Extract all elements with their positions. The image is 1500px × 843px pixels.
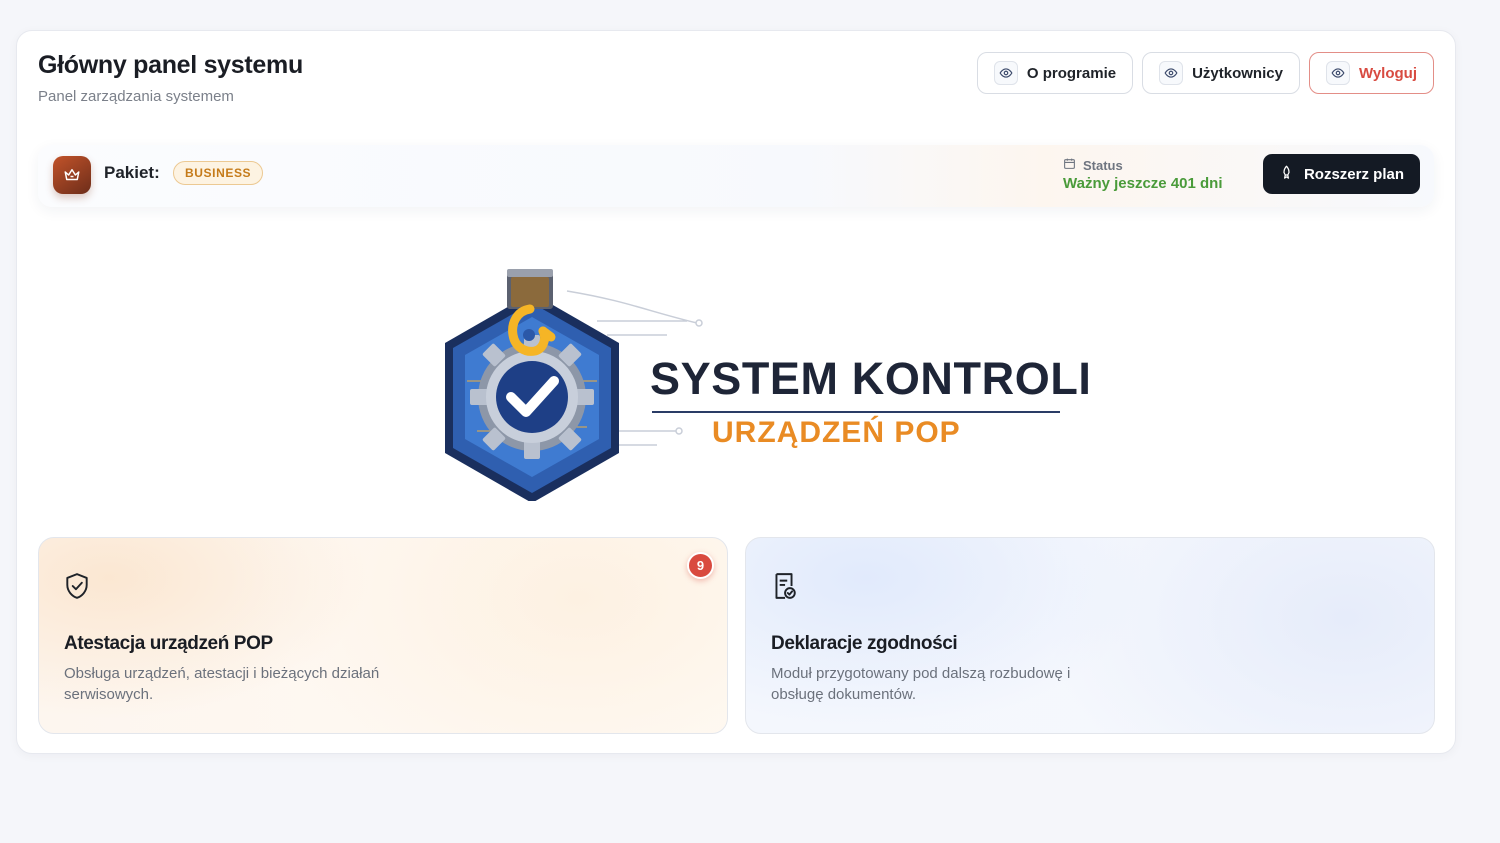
logout-button-label: Wyloguj — [1358, 64, 1417, 82]
users-button[interactable]: Użytkownicy — [1142, 52, 1300, 94]
extend-plan-button[interactable]: Rozszerz plan — [1262, 154, 1420, 194]
status-box: Status Ważny jeszcze 401 dni — [1063, 157, 1223, 193]
users-button-label: Użytkownicy — [1192, 64, 1283, 82]
about-button[interactable]: O programie — [976, 52, 1134, 94]
status-label-row: Status — [1063, 157, 1223, 173]
status-value: Ważny jeszcze 401 dni — [1063, 175, 1223, 192]
card-description: Obsługa urządzeń, atestacji i bieżących … — [64, 665, 380, 703]
card-description: Moduł przygotowany pod dalszą rozbudowę … — [771, 665, 1071, 703]
plan-badge: BUSINESS — [173, 161, 264, 185]
card-attestation[interactable]: 9 Atestacja urządzeń POP Obsługa urządze… — [38, 537, 728, 734]
system-logo: SYSTEM KONTROLI URZĄDZEŃ POP — [407, 231, 1091, 501]
plan-bar: Pakiet: BUSINESS Status Ważny jeszcze 40… — [38, 145, 1434, 207]
main-panel: Główny panel systemu Panel zarządzania s… — [16, 30, 1456, 754]
about-button-label: O programie — [1026, 64, 1117, 82]
calendar-icon — [1063, 157, 1076, 173]
logo-subtitle: URZĄDZEŃ POP — [712, 416, 961, 449]
logo-title: SYSTEM KONTROLI — [650, 353, 1092, 404]
crown-icon — [53, 156, 91, 194]
eye-icon — [993, 61, 1018, 85]
rocket-icon — [1279, 165, 1294, 184]
notification-badge: 9 — [687, 552, 714, 579]
card-declarations[interactable]: Deklaracje zgodności Moduł przygotowany … — [745, 537, 1435, 734]
status-label: Status — [1083, 157, 1123, 173]
eye-icon — [1325, 61, 1350, 85]
logo-divider — [652, 411, 1060, 413]
document-check-icon — [771, 572, 797, 605]
card-title: Atestacja urządzeń POP — [64, 633, 273, 654]
top-actions: O programie Użytkownicy Wyloguj — [976, 52, 1434, 94]
page-title: Główny panel systemu — [38, 51, 303, 79]
logout-button[interactable]: Wyloguj — [1308, 52, 1434, 94]
eye-icon — [1159, 61, 1184, 85]
shield-check-icon — [64, 572, 90, 605]
page-subtitle: Panel zarządzania systemem — [38, 88, 234, 105]
extend-plan-label: Rozszerz plan — [1303, 165, 1404, 183]
plan-label: Pakiet: — [104, 163, 160, 182]
card-title: Deklaracje zgodności — [771, 633, 958, 654]
